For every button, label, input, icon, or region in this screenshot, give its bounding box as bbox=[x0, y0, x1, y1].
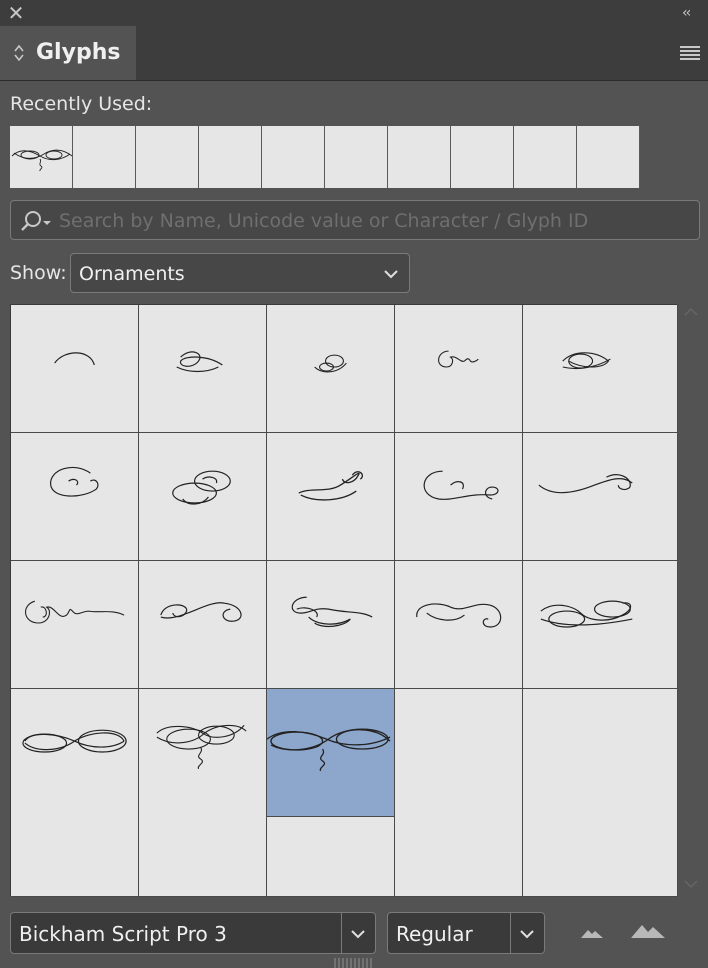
glyph-cell-selected[interactable] bbox=[267, 689, 395, 817]
glyph-cell[interactable] bbox=[267, 433, 395, 561]
panel-top-bar: ✕ ‹‹ bbox=[0, 0, 708, 26]
glyph-cell-empty bbox=[267, 817, 395, 897]
glyph-cell[interactable] bbox=[267, 305, 395, 433]
recent-glyph-slot[interactable] bbox=[514, 126, 577, 188]
zoom-out-mountain-icon[interactable] bbox=[580, 926, 604, 940]
ornament-glyph-icon bbox=[267, 728, 391, 772]
tab-reorder-icon bbox=[14, 44, 24, 62]
ornament-glyph-icon bbox=[298, 471, 363, 501]
scroll-down-arrow-icon[interactable] bbox=[683, 878, 699, 890]
glyph-cell[interactable] bbox=[523, 561, 678, 689]
glyph-grid bbox=[10, 304, 678, 897]
font-family-dropdown[interactable]: Bickham Script Pro 3 bbox=[10, 912, 376, 954]
ornament-glyph-icon bbox=[416, 603, 502, 628]
glyph-cell[interactable] bbox=[139, 689, 267, 897]
recent-glyph-slot[interactable] bbox=[451, 126, 514, 188]
recent-glyph-slot[interactable] bbox=[388, 126, 451, 188]
show-filter-dropdown[interactable]: Ornaments bbox=[70, 253, 410, 293]
glyph-cell[interactable] bbox=[395, 561, 523, 689]
glyph-cell[interactable] bbox=[11, 561, 139, 689]
search-icon[interactable] bbox=[19, 209, 59, 233]
ornament-glyph-icon bbox=[54, 352, 95, 366]
recently-used-label: Recently Used: bbox=[10, 93, 153, 115]
panel-title: Glyphs bbox=[36, 40, 121, 65]
dropdown-divider bbox=[510, 913, 511, 953]
hamburger-menu-icon[interactable] bbox=[680, 46, 700, 60]
scroll-up-arrow-icon[interactable] bbox=[683, 306, 699, 318]
ornament-glyph-icon bbox=[11, 149, 73, 172]
search-input[interactable] bbox=[57, 201, 691, 241]
recent-glyph-slot[interactable] bbox=[577, 126, 640, 188]
glyph-cell[interactable] bbox=[139, 433, 267, 561]
chevron-down-icon bbox=[351, 930, 365, 939]
show-filter-value: Ornaments bbox=[79, 263, 185, 285]
chevron-down-icon bbox=[384, 270, 398, 279]
collapse-panel-icon[interactable]: ‹‹ bbox=[682, 2, 700, 24]
font-style-value: Regular bbox=[396, 922, 473, 946]
recent-glyph-slot[interactable] bbox=[262, 126, 325, 188]
glyph-cell-empty bbox=[395, 689, 523, 897]
ornament-glyph-icon bbox=[172, 470, 231, 505]
font-family-value: Bickham Script Pro 3 bbox=[19, 922, 227, 946]
recently-used-row bbox=[10, 126, 650, 188]
close-icon[interactable]: ✕ bbox=[6, 1, 26, 25]
show-label: Show: bbox=[10, 262, 67, 284]
ornament-glyph-icon bbox=[540, 600, 633, 628]
font-style-dropdown[interactable]: Regular bbox=[387, 912, 545, 954]
glyph-cell[interactable] bbox=[395, 305, 523, 433]
resize-grip[interactable] bbox=[334, 958, 374, 968]
ornament-glyph-icon bbox=[156, 724, 247, 770]
glyph-cell-empty bbox=[523, 689, 678, 897]
glyph-cell[interactable] bbox=[395, 433, 523, 561]
ornament-glyph-icon bbox=[160, 602, 242, 622]
ornament-glyph-icon bbox=[538, 474, 633, 494]
chevron-down-icon bbox=[520, 930, 534, 939]
ornament-glyph-icon bbox=[291, 596, 373, 628]
glyph-cell[interactable] bbox=[139, 561, 267, 689]
ornament-glyph-icon bbox=[438, 350, 479, 368]
glyph-cell[interactable] bbox=[11, 689, 139, 897]
recent-glyph-slot[interactable] bbox=[136, 126, 199, 188]
ornament-glyph-icon bbox=[50, 466, 99, 497]
recent-glyph-slot[interactable] bbox=[325, 126, 388, 188]
ornament-glyph-icon bbox=[423, 470, 499, 500]
ornament-glyph-icon bbox=[562, 352, 611, 370]
glyph-search-box bbox=[10, 200, 700, 241]
ornament-glyph-icon bbox=[176, 351, 223, 373]
glyph-cell[interactable] bbox=[523, 305, 678, 433]
recent-glyph-slot[interactable] bbox=[10, 126, 73, 188]
glyph-cell[interactable] bbox=[11, 305, 139, 433]
glyph-cell[interactable] bbox=[11, 433, 139, 561]
recent-glyph-slot[interactable] bbox=[73, 126, 136, 188]
tab-glyphs[interactable]: Glyphs bbox=[0, 26, 136, 80]
zoom-in-mountain-icon[interactable] bbox=[630, 922, 666, 940]
ornament-glyph-icon bbox=[25, 600, 125, 624]
ornament-glyph-icon bbox=[314, 354, 347, 373]
glyph-cell[interactable] bbox=[139, 305, 267, 433]
tab-strip: Glyphs bbox=[0, 26, 708, 81]
glyph-cell[interactable] bbox=[523, 433, 678, 561]
dropdown-divider bbox=[341, 913, 342, 953]
recent-glyph-slot[interactable] bbox=[199, 126, 262, 188]
glyph-cell[interactable] bbox=[267, 561, 395, 689]
ornament-glyph-icon bbox=[22, 729, 127, 753]
